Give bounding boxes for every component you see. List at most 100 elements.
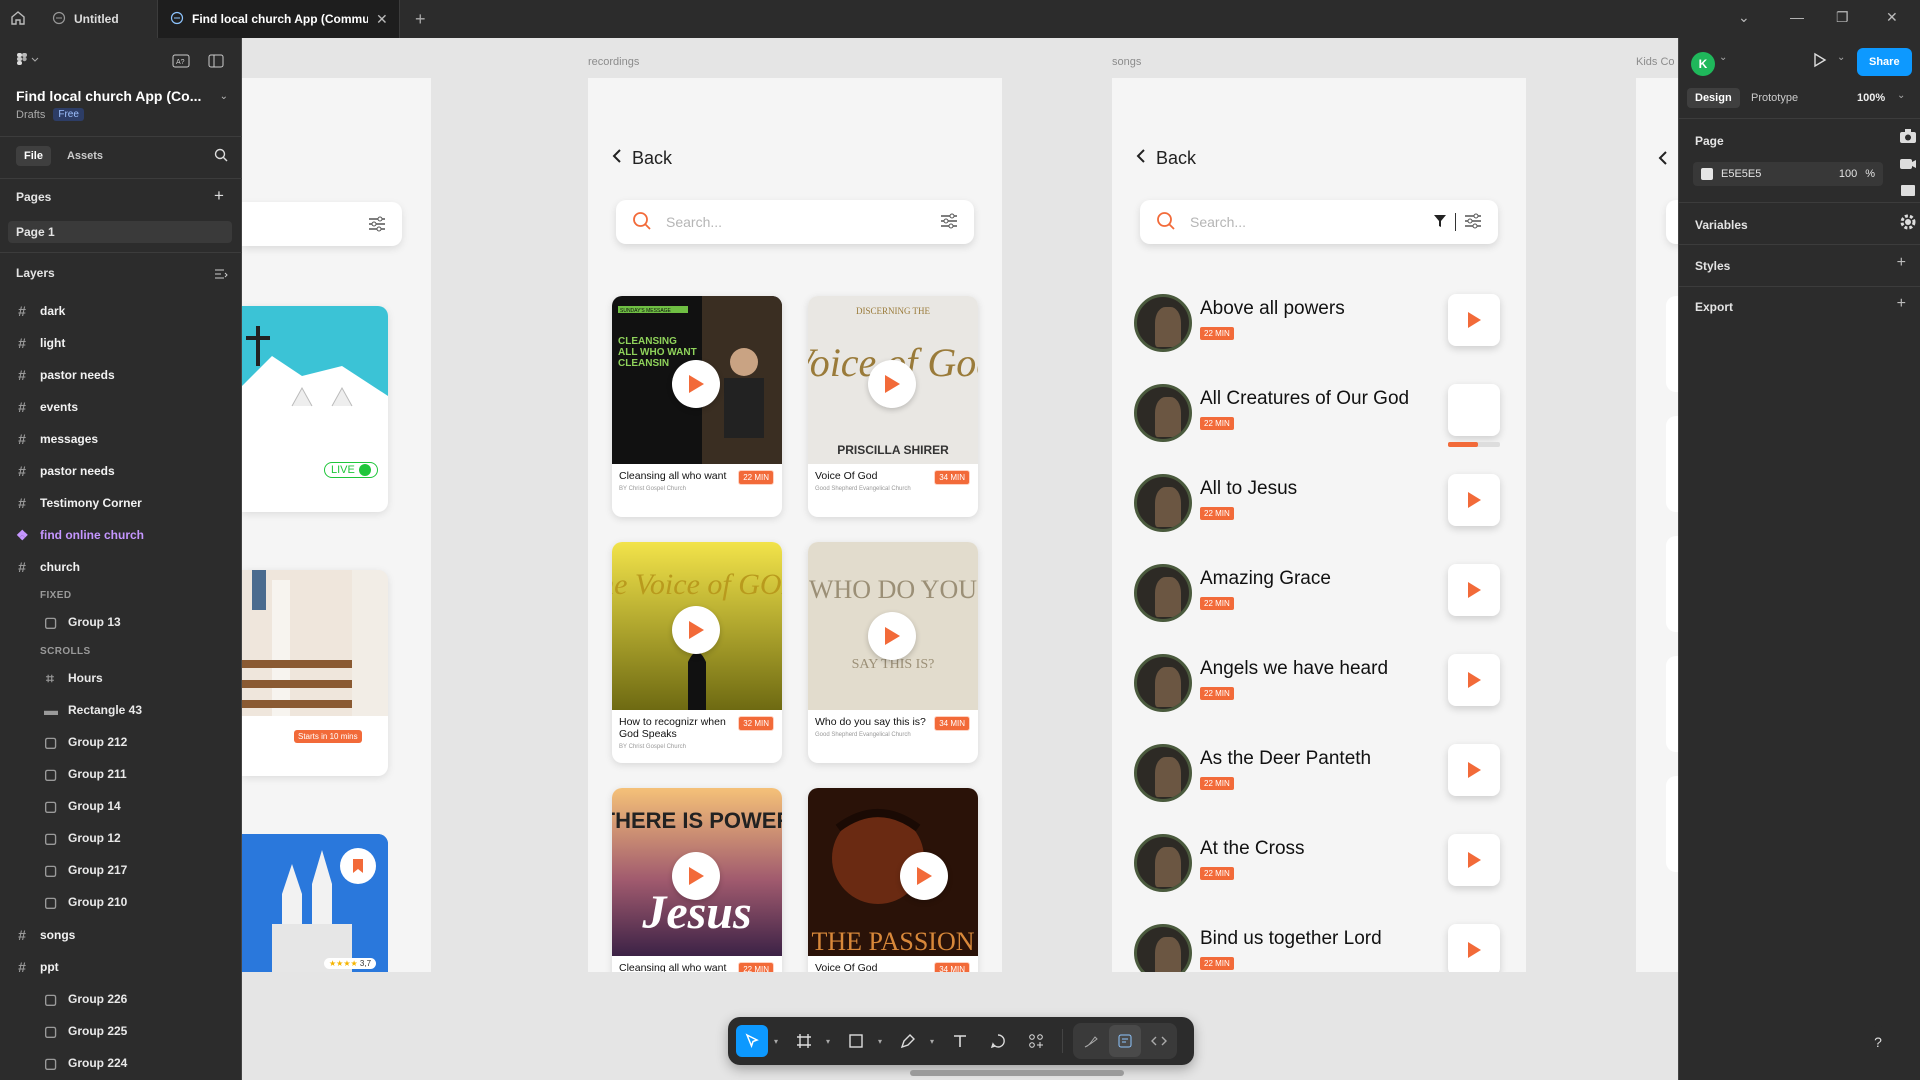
color-swatch[interactable] xyxy=(1701,168,1713,180)
dev-mode-icon[interactable] xyxy=(1143,1025,1175,1057)
tab-assets[interactable]: Assets xyxy=(59,146,111,166)
chevron-down-icon[interactable]: ▾ xyxy=(878,1037,886,1046)
file-name-row[interactable]: Find local church App (Co... ⌄ xyxy=(16,86,228,106)
close-tab-icon[interactable]: ✕ xyxy=(376,11,388,28)
search-bar[interactable] xyxy=(242,202,402,246)
play-button[interactable] xyxy=(672,606,720,654)
search-input[interactable]: Search... xyxy=(1140,200,1498,244)
chevron-down-icon[interactable]: ⌄ xyxy=(1897,90,1905,101)
restore-icon[interactable]: ❐ xyxy=(1836,9,1849,26)
home-icon[interactable] xyxy=(10,10,30,28)
share-button[interactable]: Share xyxy=(1857,48,1912,76)
page-background-field[interactable]: E5E5E5 100 % xyxy=(1693,162,1883,186)
chevron-down-icon[interactable]: ⌄ xyxy=(1837,52,1845,63)
search-bar[interactable] xyxy=(1666,200,1678,244)
actions-tool-icon[interactable] xyxy=(1020,1025,1052,1057)
play-button[interactable] xyxy=(868,612,916,660)
frame-label-songs[interactable]: songs xyxy=(1112,56,1141,68)
play-button[interactable] xyxy=(1448,384,1500,436)
move-tool-icon[interactable] xyxy=(736,1025,768,1057)
tab-find-local-church[interactable]: Find local church App (Communi ✕ xyxy=(158,0,400,38)
song-item[interactable]: At the Cross 22 MIN xyxy=(1134,834,1504,898)
play-button[interactable] xyxy=(900,852,948,900)
layers-list-icon[interactable] xyxy=(214,268,228,283)
ai-icon[interactable]: A? xyxy=(172,54,190,71)
play-button[interactable] xyxy=(1448,474,1500,526)
chevron-left-icon[interactable] xyxy=(1658,150,1668,171)
kids-card[interactable] xyxy=(1666,656,1678,752)
filter-sliders-icon[interactable] xyxy=(1464,213,1482,232)
close-window-icon[interactable]: ✕ xyxy=(1886,9,1898,26)
present-play-icon[interactable] xyxy=(1813,52,1827,71)
layer-group-12[interactable]: ▢ Group 12 xyxy=(44,827,121,849)
play-button[interactable] xyxy=(1448,924,1500,972)
funnel-icon[interactable] xyxy=(1433,213,1447,232)
back-button[interactable]: Back xyxy=(612,148,672,169)
search-input[interactable]: Search... xyxy=(616,200,974,244)
comment-tool-icon[interactable] xyxy=(982,1025,1014,1057)
layer-find-online-church[interactable]: ❖ find online church xyxy=(16,524,144,546)
layer-group-212[interactable]: ▢ Group 212 xyxy=(44,731,127,753)
layer-church[interactable]: # church xyxy=(16,556,80,578)
layer-ppt[interactable]: # ppt xyxy=(16,956,59,978)
add-page-icon[interactable]: + xyxy=(214,186,224,206)
layer-group-210[interactable]: ▢ Group 210 xyxy=(44,891,127,913)
video-icon[interactable] xyxy=(1899,157,1917,174)
layer-pastor-needs[interactable]: # pastor needs xyxy=(16,364,115,386)
search-icon[interactable] xyxy=(214,148,228,165)
pen-tool-icon[interactable] xyxy=(892,1025,924,1057)
play-button[interactable] xyxy=(672,852,720,900)
layer-testimony-corner[interactable]: # Testimony Corner xyxy=(16,492,142,514)
church-card-starts[interactable]: Starts in 10 mins xyxy=(242,570,388,776)
layer-light[interactable]: # light xyxy=(16,332,65,354)
layer-songs[interactable]: # songs xyxy=(16,924,75,946)
frame-recordings[interactable]: Back Search... SUNDAY'S MESSAGE CLEANSIN… xyxy=(588,78,1002,972)
chevron-down-icon[interactable]: ⌄ xyxy=(220,91,228,102)
chevron-down-icon[interactable]: ⌄ xyxy=(1738,9,1750,26)
play-button[interactable] xyxy=(1448,564,1500,616)
recording-card[interactable]: SUNDAY'S MESSAGE CLEANSING ALL WHO WANT … xyxy=(612,296,782,517)
play-button[interactable] xyxy=(1448,654,1500,706)
recording-card[interactable]: THERE IS POWER Jesus Cleansing all who w… xyxy=(612,788,782,972)
help-button[interactable]: ? xyxy=(1862,1026,1894,1058)
layer-group-13[interactable]: ▢ Group 13 xyxy=(44,611,121,633)
horizontal-scrollbar[interactable] xyxy=(910,1070,1124,1076)
layer-group-224[interactable]: ▢ Group 224 xyxy=(44,1052,127,1074)
play-button[interactable] xyxy=(672,360,720,408)
church-card-cathedral[interactable]: ★★★★ 3,7 xyxy=(242,834,388,972)
chevron-down-icon[interactable]: ▾ xyxy=(826,1037,834,1046)
chevron-down-icon[interactable]: ▾ xyxy=(930,1037,938,1046)
color-hex[interactable]: E5E5E5 xyxy=(1721,168,1761,180)
song-item[interactable]: All Creatures of Our God 22 MIN xyxy=(1134,384,1504,448)
canvas[interactable]: recordings songs Kids Co LIVE Starts in … xyxy=(242,38,1678,1080)
layer-dark[interactable]: # dark xyxy=(16,300,65,322)
filter-sliders-icon[interactable] xyxy=(368,216,386,237)
camera-icon[interactable] xyxy=(1899,128,1917,147)
layer-rectangle-43[interactable]: ▬ Rectangle 43 xyxy=(44,699,142,721)
variables-heading[interactable]: Variables xyxy=(1695,218,1748,232)
chevron-down-icon[interactable]: ▾ xyxy=(774,1037,782,1046)
frame-kids[interactable] xyxy=(1636,78,1678,972)
rectangle-tool-icon[interactable] xyxy=(840,1025,872,1057)
sidebar-toggle-icon[interactable] xyxy=(208,54,224,71)
tab-untitled[interactable]: Untitled xyxy=(40,0,158,38)
frame-church[interactable]: LIVE Starts in 10 mins ★★★★ 3,7 xyxy=(242,78,431,972)
play-button[interactable] xyxy=(868,360,916,408)
recording-card[interactable]: the Voice of GOD How to recognizr when G… xyxy=(612,542,782,763)
text-tool-icon[interactable] xyxy=(944,1025,976,1057)
back-button[interactable]: Back xyxy=(1136,148,1196,169)
frame-songs[interactable]: Back Search... Above all powers 22 MIN A… xyxy=(1112,78,1526,972)
kids-card[interactable] xyxy=(1666,536,1678,632)
recording-card[interactable]: THE PASSION Voice Of God 34 MIN xyxy=(808,788,978,972)
play-button[interactable] xyxy=(1448,294,1500,346)
tab-prototype[interactable]: Prototype xyxy=(1751,92,1798,104)
church-card-live[interactable]: LIVE xyxy=(242,306,388,512)
layer-pastor-needs-2[interactable]: # pastor needs xyxy=(16,460,115,482)
tab-file[interactable]: File xyxy=(16,146,51,166)
layer-events[interactable]: # events xyxy=(16,396,78,418)
draw-mode-icon[interactable] xyxy=(1075,1025,1107,1057)
gear-icon[interactable] xyxy=(1899,213,1917,234)
play-button[interactable] xyxy=(1448,744,1500,796)
avatar[interactable]: K xyxy=(1691,52,1715,76)
layer-group-211[interactable]: ▢ Group 211 xyxy=(44,763,127,785)
